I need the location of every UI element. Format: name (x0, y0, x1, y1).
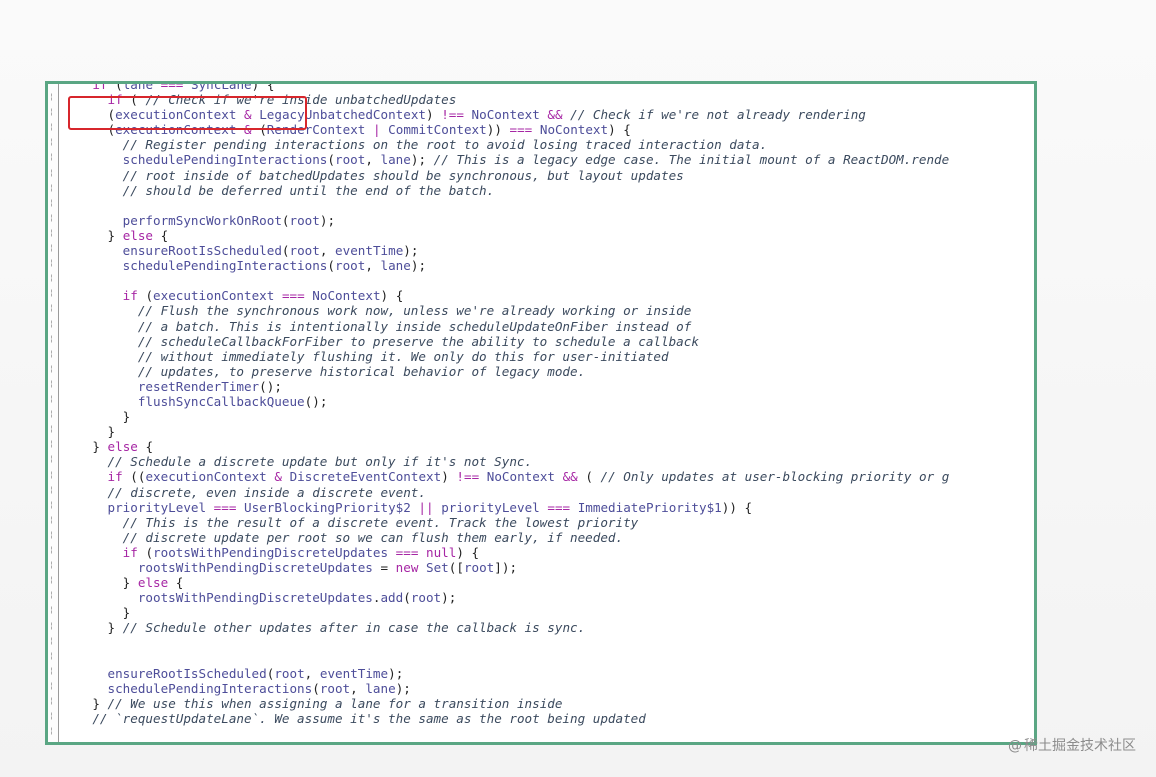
gutter-mark: ¦ (49, 620, 54, 630)
gutter-mark: ¦ (49, 92, 54, 101)
gutter-mark: ¦ (49, 514, 54, 524)
gutter-mark: ¦ (49, 288, 54, 298)
gutter-mark: ¦ (49, 499, 54, 509)
synclane-highlight-box (68, 96, 307, 130)
code-line: rootsWithPendingDiscreteUpdates = new Se… (137, 560, 518, 575)
watermark-text: 稀土掘金技术社区 (1024, 738, 1136, 754)
gutter-mark: ¦ (49, 273, 54, 283)
gutter-mark: ¦ (49, 107, 54, 117)
gutter-mark: ¦ (49, 424, 54, 434)
gutter-mark: ¦ (49, 665, 54, 675)
gutter-mark: ¦ (49, 575, 54, 585)
code-line: // scheduleCallbackForFiber to preserve … (137, 333, 699, 349)
code-line: // updates, to preserve historical behav… (137, 363, 586, 379)
watermark-at: @ (1008, 738, 1022, 754)
gutter-mark: ¦ (49, 560, 54, 570)
gutter-mark: ¦ (49, 152, 54, 162)
code-line: ensureRootIsScheduled(root, eventTime); (122, 243, 419, 259)
gutter-mark: ¦ (49, 212, 54, 222)
gutter-mark: ¦ (49, 409, 54, 419)
code-line: // This is the result of a discrete even… (122, 514, 639, 530)
code-line: // discrete update per root so we can fl… (122, 529, 624, 545)
gutter-mark: ¦ (49, 484, 54, 494)
code-line: // root inside of batchedUpdates should … (122, 167, 684, 183)
code-line: flushSyncCallbackQueue(); (137, 393, 328, 409)
gutter-mark: ¦ (49, 182, 54, 192)
gutter-mark: ¦ (49, 711, 54, 721)
gutter-mark: ¦ (49, 318, 54, 328)
code-line: } // Schedule other updates after in cas… (107, 620, 586, 636)
gutter-mark: ¦ (49, 454, 54, 464)
gutter-mark: ¦ (49, 363, 54, 373)
code-line: } else { (92, 439, 154, 455)
gutter-mark: ¦ (49, 122, 54, 132)
code-line: if (executionContext === NoContext) { (122, 288, 404, 304)
code-line: resetRenderTimer(); (137, 378, 282, 394)
code-line: ensureRootIsScheduled(root, eventTime); (107, 665, 404, 681)
gutter-mark: ¦ (49, 680, 54, 690)
code-line: } (122, 409, 131, 425)
gutter-mark: ¦ (49, 167, 54, 177)
code-line: priorityLevel === UserBlockingPriority$2… (107, 499, 753, 515)
code-line: schedulePendingInteractions(root, lane);… (122, 152, 950, 168)
code-line: rootsWithPendingDiscreteUpdates.add(root… (137, 590, 457, 606)
code-line: // a batch. This is intentionally inside… (137, 318, 692, 334)
code-line: performSyncWorkOnRoot(root); (122, 212, 336, 228)
code-screenshot-frame: ¦ ¦ ¦ ¦ ¦ ¦ ¦ ¦ ¦ ¦ ¦ ¦ ¦ ¦ ¦ ¦ ¦ ¦ ¦ ¦ ¦ ¦ ¦ ¦ ¦ ¦ ¦ ¦ ¦ ¦ ¦ ¦ ¦ ¦ ¦ ¦ ¦ ¦ ¦ ¦… (45, 81, 1037, 745)
code-line: } else { (122, 575, 184, 591)
gutter-mark: ¦ (49, 545, 54, 554)
gutter-mark: ¦ (49, 469, 54, 479)
gutter-mark: ¦ (49, 303, 54, 313)
gutter-mark: ¦ (49, 605, 54, 615)
gutter-mark: ¦ (49, 258, 54, 268)
code-line: schedulePendingInteractions(root, lane); (122, 258, 427, 274)
gutter-mark: ¦ (49, 726, 54, 736)
code-line: if ((executionContext & DiscreteEventCon… (107, 469, 950, 485)
code-line: // Flush the synchronous work now, unles… (137, 303, 692, 319)
code-line: // discrete, even inside a discrete even… (107, 484, 426, 500)
gutter-mark: ¦ (49, 635, 54, 645)
gutter-mark: ¦ (49, 333, 54, 343)
code-line: } // We use this when assigning a lane f… (92, 695, 563, 711)
gutter-mark: ¦ (49, 529, 54, 539)
line-gutter: ¦ ¦ ¦ ¦ ¦ ¦ ¦ ¦ ¦ ¦ ¦ ¦ ¦ ¦ ¦ ¦ ¦ ¦ ¦ ¦ ¦ ¦ ¦ ¦ ¦ ¦ ¦ ¦ ¦ ¦ ¦ ¦ ¦ ¦ ¦ ¦ ¦ ¦ ¦ ¦… (48, 84, 59, 742)
gutter-mark: ¦ (49, 378, 54, 388)
gutter-mark: ¦ (49, 243, 54, 252)
code-block: if (lane === SyncLane) { if ( // Check i… (62, 81, 1034, 726)
code-line: // Schedule a discrete update but only i… (107, 454, 533, 470)
watermark: @ 稀土掘金技术社区 (1008, 735, 1136, 755)
gutter-mark: ¦ (49, 439, 54, 449)
code-line: } (107, 424, 116, 440)
gutter-mark: ¦ (49, 650, 54, 660)
code-line: if (lane === SyncLane) { (92, 81, 275, 92)
gutter-mark: ¦ (49, 137, 54, 147)
code-line: // without immediately flushing it. We o… (137, 348, 669, 364)
gutter-mark: ¦ (49, 348, 54, 358)
code-line: // Register pending interactions on the … (122, 137, 768, 153)
code-line: } else { (107, 227, 169, 243)
code-line: } (122, 605, 131, 621)
gutter-mark: ¦ (49, 227, 54, 237)
code-line: if (rootsWithPendingDiscreteUpdates === … (122, 544, 480, 560)
code-line: // should be deferred until the end of t… (122, 182, 495, 198)
code-line: schedulePendingInteractions(root, lane); (107, 680, 411, 696)
gutter-mark: ¦ (49, 197, 54, 207)
gutter-mark: ¦ (49, 696, 54, 705)
code-line: // `requestUpdateLane`. We assume it's t… (92, 710, 646, 726)
gutter-mark: ¦ (49, 394, 54, 403)
gutter-mark: ¦ (49, 590, 54, 600)
